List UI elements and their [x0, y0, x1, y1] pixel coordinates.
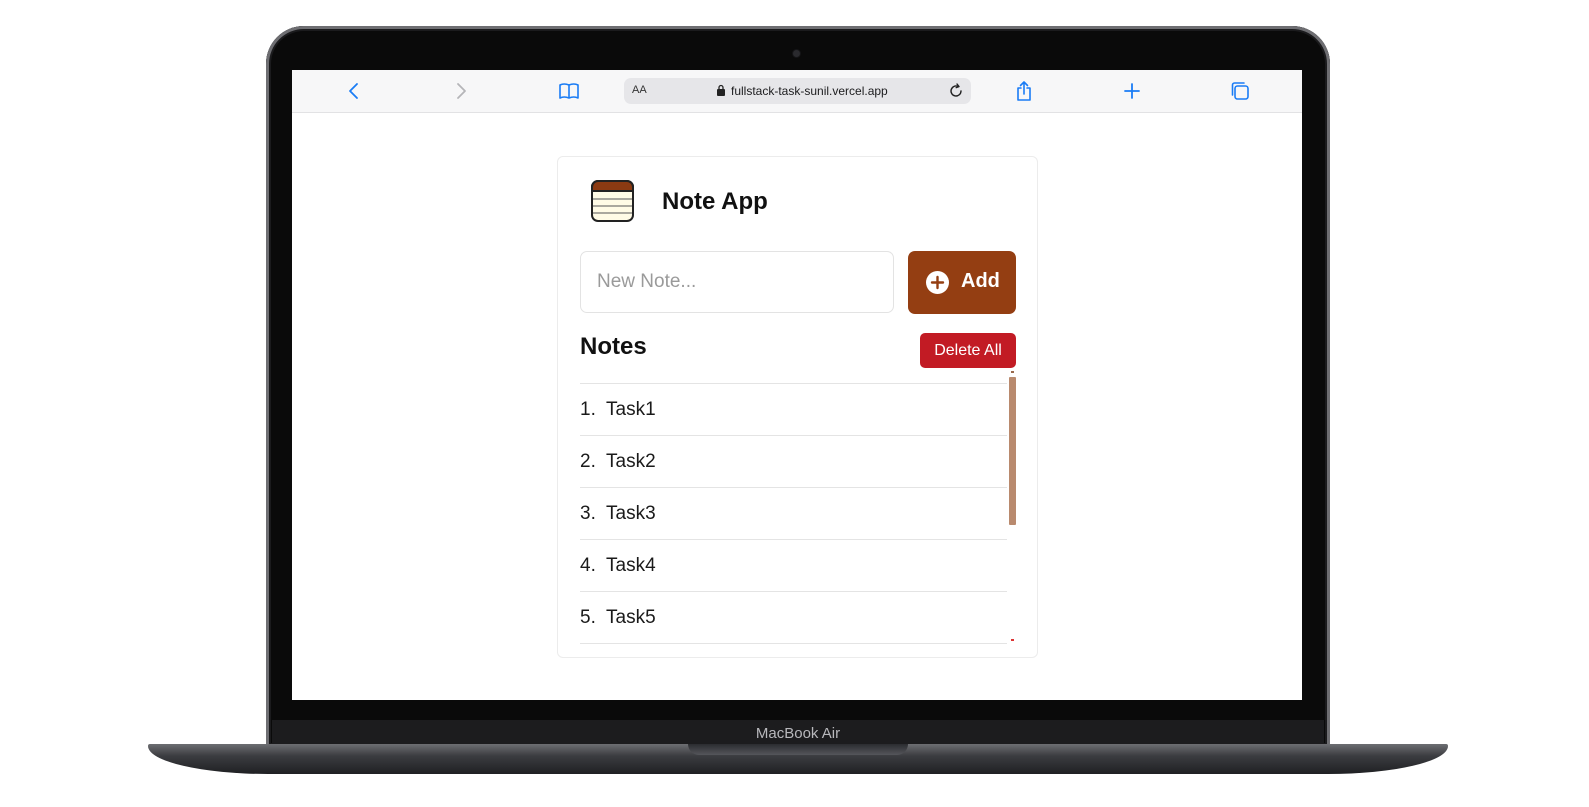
url-text[interactable]: fullstack-task-sunil.vercel.app	[731, 84, 888, 98]
safari-toolbar: AA fullstack-task-sunil.vercel.app	[292, 70, 1302, 113]
laptop-hinge-notch	[688, 744, 908, 755]
list-item[interactable]: 1. Task1	[580, 384, 1007, 436]
device-label: MacBook Air	[755, 725, 841, 742]
scrollbar-down-arrow[interactable]	[1011, 639, 1014, 641]
note-text: Task4	[606, 554, 656, 576]
plus-circle-icon	[926, 271, 949, 294]
new-tab-icon[interactable]	[1121, 80, 1143, 102]
scrollbar-thumb[interactable]	[1009, 377, 1016, 525]
note-app-card: Note App Add Notes Delete All 1. Task1 2…	[557, 156, 1038, 658]
note-number: 4.	[580, 554, 596, 576]
note-text: Task1	[606, 398, 656, 420]
back-icon[interactable]	[343, 80, 365, 102]
new-note-input[interactable]	[580, 251, 894, 313]
list-item[interactable]: 2. Task2	[580, 436, 1007, 488]
tabs-overview-icon[interactable]	[1229, 80, 1251, 102]
app-title: Note App	[662, 188, 768, 215]
text-size-button[interactable]: AA	[632, 84, 647, 96]
note-number: 5.	[580, 606, 596, 628]
note-text: Task3	[606, 502, 656, 524]
note-number: 3.	[580, 502, 596, 524]
list-item[interactable]: 3. Task3	[580, 488, 1007, 540]
note-number: 1.	[580, 398, 596, 420]
lock-icon	[716, 84, 726, 97]
browser-screen: AA fullstack-task-sunil.vercel.app Note …	[292, 70, 1302, 700]
notes-heading: Notes	[580, 333, 647, 360]
address-bar[interactable]: AA fullstack-task-sunil.vercel.app	[624, 78, 971, 104]
list-item[interactable]: 4. Task4	[580, 540, 1007, 592]
list-item[interactable]: 5. Task5	[580, 592, 1007, 644]
note-number: 2.	[580, 450, 596, 472]
notepad-icon	[590, 179, 635, 223]
delete-all-button[interactable]: Delete All	[920, 333, 1016, 368]
forward-icon[interactable]	[450, 80, 472, 102]
note-text: Task5	[606, 606, 656, 628]
bookmarks-icon[interactable]	[558, 80, 580, 102]
note-text: Task2	[606, 450, 656, 472]
reload-icon[interactable]	[947, 82, 965, 100]
add-button-label: Add	[961, 270, 1000, 292]
add-button[interactable]: Add	[908, 251, 1016, 314]
notes-list: 1. Task1 2. Task2 3. Task3 4. Task4 5. T…	[580, 383, 1007, 644]
scrollbar-up-arrow[interactable]	[1011, 371, 1014, 373]
share-icon[interactable]	[1013, 80, 1035, 102]
camera-icon	[793, 50, 800, 57]
